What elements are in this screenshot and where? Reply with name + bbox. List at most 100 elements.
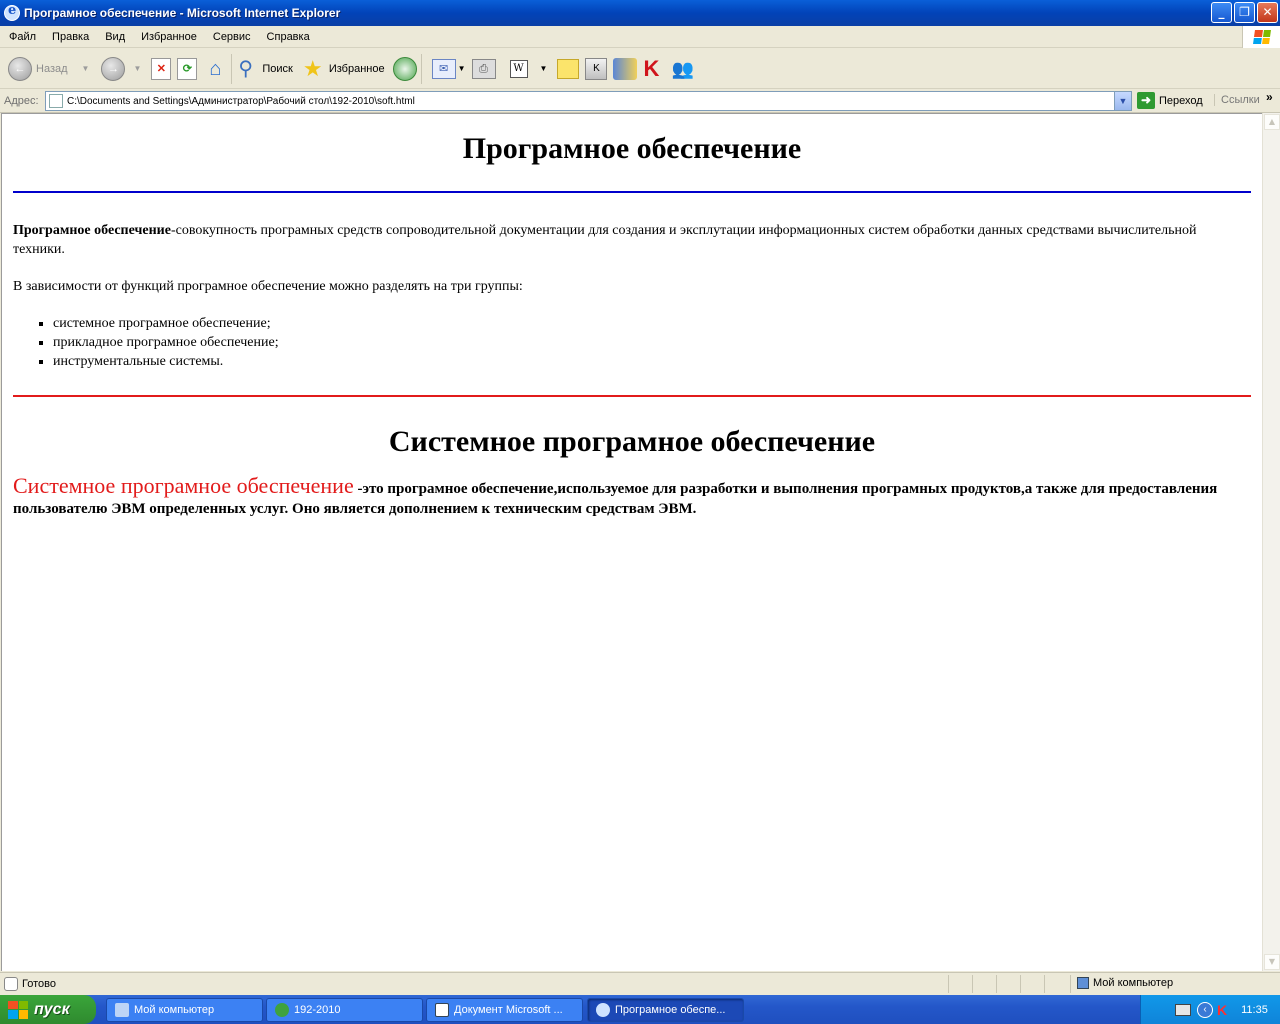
ie-icon xyxy=(596,1003,610,1017)
task-internet-explorer[interactable]: Програмное обеспе... xyxy=(587,998,744,1022)
research-icon xyxy=(613,57,638,80)
definition-text: -совокупность програмных средств сопрово… xyxy=(13,223,1197,257)
favorites-star-icon: ★ xyxy=(302,55,323,81)
forward-button[interactable]: → ▼ xyxy=(101,54,141,84)
print-icon: ⎙ xyxy=(471,58,496,79)
status-cell xyxy=(996,975,1020,993)
edit-word-icon: W xyxy=(509,59,528,78)
home-button[interactable]: ⌂ xyxy=(203,54,227,84)
security-zone: Мой компьютер xyxy=(1077,977,1173,989)
address-input[interactable]: C:\Documents and Settings\Администратор\… xyxy=(45,91,1132,111)
kaspersky-tray-icon[interactable]: K xyxy=(1217,1002,1227,1018)
favorites-button[interactable]: ★ Избранное xyxy=(303,54,385,84)
ie-page-icon xyxy=(4,3,20,21)
messenger-button[interactable]: 👥 xyxy=(671,54,695,84)
stop-button[interactable]: ✕ xyxy=(151,54,172,84)
my-computer-icon xyxy=(1077,977,1089,989)
minimize-button[interactable]: _ xyxy=(1211,2,1232,23)
word-icon xyxy=(435,1003,449,1017)
task-word-document[interactable]: Документ Microsoft ... xyxy=(426,998,583,1022)
mail-dropdown-icon[interactable]: ▼ xyxy=(458,64,466,73)
mail-icon: ✉ xyxy=(431,58,456,79)
list-item: системное програмное обеспечение; xyxy=(53,314,1251,333)
scroll-down-icon[interactable]: ▼ xyxy=(1264,954,1280,970)
menu-view[interactable]: Вид xyxy=(98,31,132,43)
refresh-button[interactable]: ⟳ xyxy=(177,54,198,84)
links-button[interactable]: Ссылки xyxy=(1214,94,1260,106)
close-button[interactable]: ✕ xyxy=(1257,2,1278,23)
menu-edit[interactable]: Правка xyxy=(45,31,96,43)
system-tray: ‹ K 11:35 xyxy=(1140,995,1280,1024)
go-arrow-icon: ➜ xyxy=(1137,92,1155,109)
red-divider xyxy=(13,395,1251,397)
history-button[interactable] xyxy=(392,54,417,84)
menu-file[interactable]: Файл xyxy=(2,31,43,43)
system-software-term: Системное програмное обеспечение xyxy=(13,473,354,498)
home-icon: ⌂ xyxy=(209,57,222,80)
vertical-scrollbar[interactable]: ▲ ▼ xyxy=(1262,113,1280,971)
k-icon: K xyxy=(585,57,608,80)
back-button[interactable]: ← Назад ▼ xyxy=(8,54,89,84)
research-button[interactable] xyxy=(613,54,638,84)
system-software-paragraph: Системное програмное обеспечение -это пр… xyxy=(13,473,1251,519)
menu-favorites[interactable]: Избранное xyxy=(134,31,204,43)
clock: 11:35 xyxy=(1241,1003,1268,1016)
note-button[interactable] xyxy=(557,54,580,84)
taskbar: пуск Мой компьютер 192-2010 Документ Mic… xyxy=(0,995,1280,1024)
keyboard-icon[interactable] xyxy=(1175,1003,1191,1016)
window-controls: _ ❐ ✕ xyxy=(1211,2,1278,23)
maximize-button[interactable]: ❐ xyxy=(1234,2,1255,23)
menu-bar: Файл Правка Вид Избранное Сервис Справка xyxy=(0,26,1280,48)
windows-flag-icon xyxy=(8,1000,28,1019)
address-bar: Адрес: C:\Documents and Settings\Админис… xyxy=(0,90,1280,113)
my-computer-icon xyxy=(115,1003,129,1017)
start-button[interactable]: пуск xyxy=(0,995,96,1024)
definition-paragraph: Програмное обеспечение-совокупность прог… xyxy=(13,221,1251,259)
groups-intro: В зависимости от функций програмное обес… xyxy=(13,279,523,294)
groups-list: системное програмное обеспечение; прикла… xyxy=(53,314,1251,371)
list-item: инструментальные системы. xyxy=(53,352,1251,371)
status-cell xyxy=(1020,975,1044,993)
go-button[interactable]: ➜ Переход xyxy=(1137,92,1203,109)
page-title: Програмное обеспечение xyxy=(462,132,802,165)
note-icon xyxy=(557,58,580,79)
messenger-icon: 👥 xyxy=(671,58,694,79)
k-button[interactable]: K xyxy=(585,54,608,84)
status-text: Готово xyxy=(22,978,56,990)
windows-logo xyxy=(1242,26,1280,48)
status-cell xyxy=(1044,975,1070,993)
history-icon xyxy=(392,56,417,81)
page-icon xyxy=(49,94,63,108)
edit-button[interactable]: W ▼ xyxy=(509,54,548,84)
search-button[interactable]: ⚲ Поиск xyxy=(238,54,292,84)
address-value: C:\Documents and Settings\Администратор\… xyxy=(67,95,415,107)
tray-expand-icon[interactable]: ‹ xyxy=(1197,1001,1213,1018)
scroll-up-icon[interactable]: ▲ xyxy=(1264,114,1280,130)
status-cell xyxy=(948,975,972,993)
toolbar-separator xyxy=(231,53,233,84)
window-titlebar: Програмное обеспечение - Microsoft Inter… xyxy=(0,0,1280,26)
address-label: Адрес: xyxy=(4,95,39,107)
tree-folder-icon xyxy=(275,1003,289,1017)
page-content: Програмное обеспечение Програмное обеспе… xyxy=(1,113,1262,971)
address-dropdown-icon[interactable]: ▼ xyxy=(1114,92,1131,110)
forward-dropdown-icon[interactable]: ▼ xyxy=(133,64,141,73)
task-folder[interactable]: 192-2010 xyxy=(266,998,423,1022)
edit-dropdown-icon[interactable]: ▼ xyxy=(540,64,548,73)
stop-icon: ✕ xyxy=(151,57,172,80)
links-chevron-icon[interactable]: » xyxy=(1266,90,1273,104)
definition-term: Програмное обеспечение xyxy=(13,223,171,238)
menu-help[interactable]: Справка xyxy=(260,31,317,43)
forward-icon: → xyxy=(101,56,126,81)
mail-button[interactable]: ✉ ▼ xyxy=(431,54,466,84)
window-title: Програмное обеспечение - Microsoft Inter… xyxy=(24,6,341,20)
menu-tools[interactable]: Сервис xyxy=(206,31,258,43)
kaspersky-button[interactable]: K xyxy=(643,54,665,84)
back-dropdown-icon[interactable]: ▼ xyxy=(82,64,90,73)
back-icon: ← xyxy=(8,56,32,81)
toolbar-separator xyxy=(420,53,422,84)
print-button[interactable]: ⎙ xyxy=(471,54,496,84)
task-my-computer[interactable]: Мой компьютер xyxy=(106,998,263,1022)
status-cell xyxy=(972,975,996,993)
status-page-icon xyxy=(4,977,18,991)
